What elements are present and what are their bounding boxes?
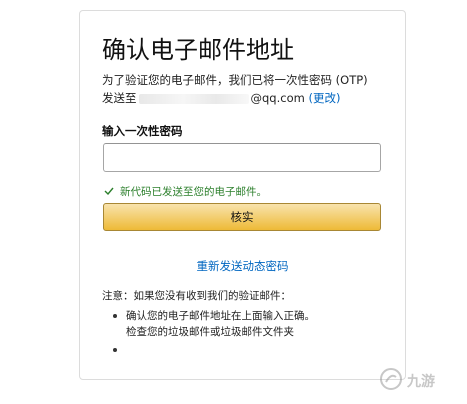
success-message: 新代码已发送至您的电子邮件。	[104, 184, 267, 199]
watermark: 九游	[379, 368, 461, 394]
note-item-3	[110, 342, 350, 358]
success-text: 新代码已发送至您的电子邮件。	[120, 186, 267, 198]
description: 为了验证您的电子邮件，我们已将一次性密码 (OTP) 发送至 @qq.com (更…	[102, 71, 392, 107]
resend-otp-link[interactable]: 重新发送动态密码	[197, 259, 289, 273]
change-email-link[interactable]: (更改)	[308, 91, 340, 105]
note-title: 注意：如果您没有收到我们的验证邮件：	[102, 290, 291, 302]
otp-input[interactable]	[103, 143, 381, 172]
page-title: 确认电子邮件地址	[102, 36, 294, 64]
redacted-email	[138, 93, 249, 104]
description-line-2: 发送至 @qq.com (更改)	[102, 89, 392, 107]
watermark-text: 九游	[407, 374, 435, 390]
verify-button[interactable]: 核实	[103, 203, 381, 231]
note-item-1: 确认您的电子邮件地址在上面输入正确。	[110, 308, 350, 324]
otp-label: 输入一次性密码	[102, 124, 183, 138]
note-list: 确认您的电子邮件地址在上面输入正确。 检查您的垃圾邮件或垃圾邮件文件夹	[110, 308, 350, 358]
resend-container: 重新发送动态密码	[0, 258, 467, 274]
email-domain: @qq.com	[250, 91, 305, 105]
checkmark-icon	[104, 186, 114, 198]
watermark-logo-icon	[379, 367, 403, 395]
description-line-1: 为了验证您的电子邮件，我们已将一次性密码 (OTP)	[102, 73, 368, 87]
send-to-label: 发送至	[102, 91, 137, 105]
note-item-2: 检查您的垃圾邮件或垃圾邮件文件夹	[126, 326, 294, 338]
